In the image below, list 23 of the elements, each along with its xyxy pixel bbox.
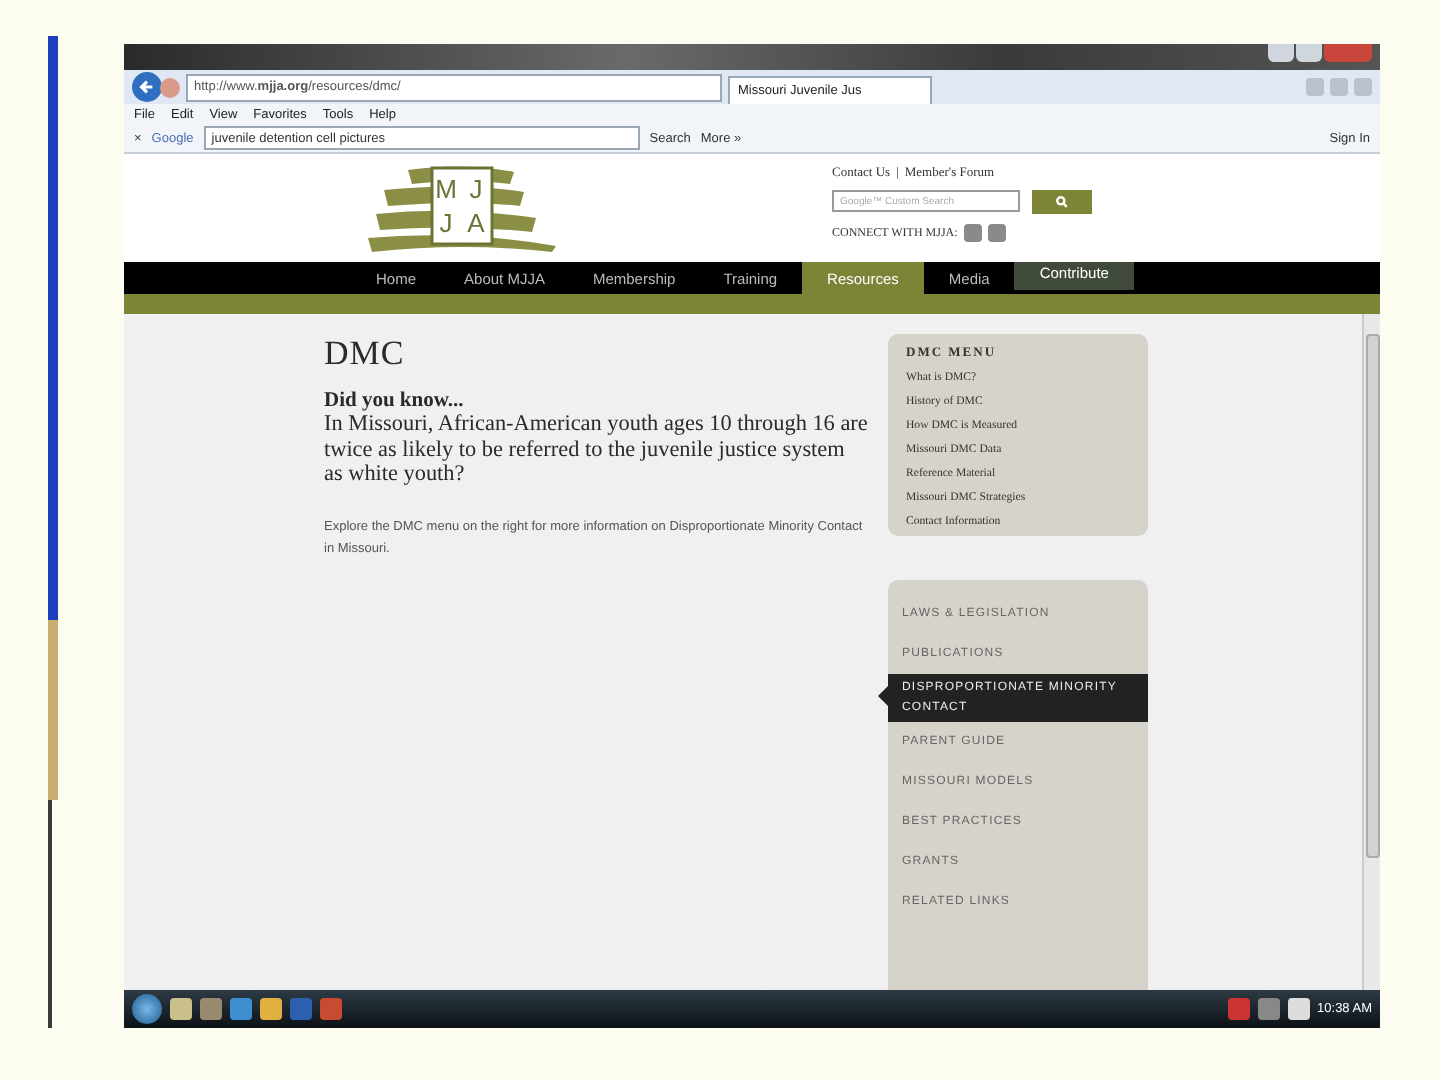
taskbar-app-icon[interactable] bbox=[230, 998, 252, 1020]
scrollbar[interactable] bbox=[1362, 314, 1380, 990]
logo-letter: J bbox=[469, 174, 483, 204]
minimize-button[interactable] bbox=[1268, 44, 1294, 62]
logo-letter: M bbox=[435, 174, 457, 204]
question-text: In Missouri, African-American youth ages 10 through 16 are twice as likely to be referred to the juvenile justice system as white youth? bbox=[324, 412, 868, 487]
search-icon bbox=[1056, 196, 1068, 208]
tray-icon[interactable] bbox=[1287, 998, 1310, 1020]
logo-letter: J bbox=[439, 208, 453, 238]
taskbar-app-icon[interactable] bbox=[260, 998, 282, 1020]
taskbar-app-icon[interactable] bbox=[290, 998, 312, 1020]
logo-letter: A bbox=[467, 208, 485, 238]
start-button[interactable] bbox=[132, 994, 162, 1024]
lead-heading: Did you know... bbox=[324, 390, 466, 412]
taskbar-app-icon[interactable] bbox=[170, 998, 192, 1020]
page-title: DMC bbox=[324, 334, 407, 374]
taskbar-app-icon[interactable] bbox=[320, 998, 342, 1020]
forward-button[interactable] bbox=[160, 77, 180, 97]
back-button[interactable] bbox=[132, 72, 162, 102]
taskbar-app-icon[interactable] bbox=[200, 998, 222, 1020]
search-button[interactable] bbox=[1032, 190, 1092, 214]
maximize-button[interactable] bbox=[1296, 44, 1322, 62]
back-arrow-icon bbox=[138, 78, 156, 96]
